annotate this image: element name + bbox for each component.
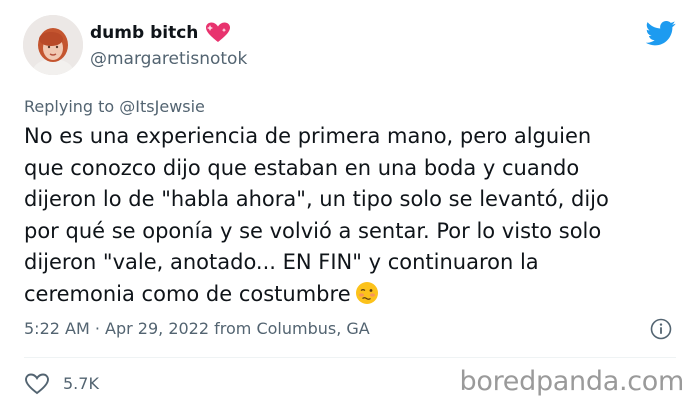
- info-icon[interactable]: [650, 318, 672, 340]
- display-name-text: dumb bitch: [90, 23, 199, 43]
- woozy-face-icon: [355, 281, 378, 304]
- replying-to: Replying to @ItsJewsie: [24, 97, 205, 116]
- avatar[interactable]: [23, 15, 83, 75]
- twitter-bird-icon[interactable]: [646, 18, 676, 48]
- tweet-body: No es una experiencia de primera mano, p…: [24, 124, 609, 306]
- tweet-timestamp[interactable]: 5:22 AM · Apr 29, 2022 from Columbus, GA: [24, 319, 370, 338]
- tweet-text: No es una experiencia de primera mano, p…: [24, 121, 664, 310]
- display-name[interactable]: dumb bitch: [90, 22, 231, 44]
- boredpanda-watermark: boredpanda.com: [459, 366, 685, 397]
- divider: [24, 357, 676, 358]
- reply-mention-link[interactable]: @ItsJewsie: [119, 97, 205, 116]
- replying-prefix: Replying to: [24, 97, 120, 116]
- sparkling-heart-icon: [206, 22, 231, 42]
- like-count[interactable]: 5.7K: [63, 374, 99, 393]
- heart-outline-icon[interactable]: [24, 373, 50, 395]
- user-handle[interactable]: @margaretisnotok: [90, 49, 247, 69]
